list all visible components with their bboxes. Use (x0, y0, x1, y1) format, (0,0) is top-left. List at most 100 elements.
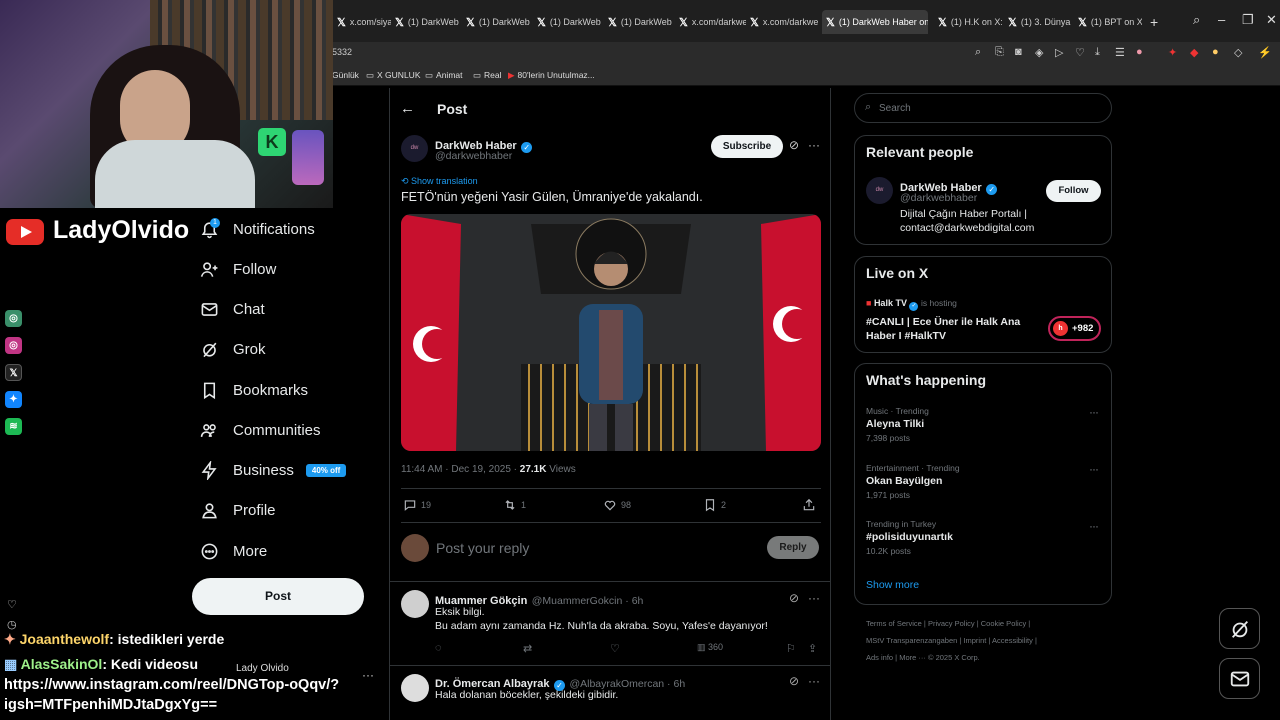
heart-icon[interactable]: ♡ (610, 642, 620, 655)
nav-item-profile[interactable]: Profile (200, 501, 276, 520)
more-options-icon[interactable]: ··· (1089, 462, 1099, 476)
play-icon[interactable]: ▷ (1055, 46, 1063, 59)
extension-icon[interactable]: ◇ (1234, 46, 1242, 59)
heart-icon[interactable]: ♡ (1075, 46, 1085, 59)
shield-icon[interactable]: ◈ (1035, 46, 1043, 59)
author-avatar[interactable]: dw (401, 135, 428, 162)
new-tab-icon[interactable]: + (1150, 14, 1158, 30)
follow-button[interactable]: Follow (1046, 180, 1101, 202)
reply-input[interactable]: Post your reply (436, 540, 529, 556)
nav-item-chat[interactable]: Chat (200, 300, 265, 319)
footer-links[interactable]: Terms of Service | Privacy Policy | Cook… (866, 619, 1030, 628)
more-options-icon[interactable]: ··· (1089, 405, 1099, 419)
live-title-line[interactable]: Haber I #HalkTV (866, 330, 946, 342)
nav-item-more[interactable]: More (200, 542, 267, 561)
messages-fab[interactable] (1219, 658, 1260, 699)
search-input[interactable]: ⌕ Search (854, 93, 1112, 123)
show-more-link[interactable]: Show more (866, 579, 919, 591)
more-options-icon[interactable]: ··· (362, 668, 374, 682)
reply-button[interactable]: Reply (767, 536, 819, 559)
nav-item-follow[interactable]: Follow (200, 260, 276, 279)
view-label: Views (546, 464, 576, 475)
reply-action[interactable]: 19 (403, 498, 431, 512)
screenshot-icon[interactable]: ◙ (1015, 46, 1022, 58)
tab[interactable]: 𝕏(1) 3. Dünya S (1004, 10, 1072, 34)
minimize-icon[interactable]: – (1218, 12, 1225, 27)
footer-links[interactable]: Ads info | More ··· © 2025 X Corp. (866, 653, 980, 662)
restore-icon[interactable]: ❐ (1242, 12, 1254, 28)
repost-icon[interactable]: ⇄ (523, 642, 532, 655)
extension-icon[interactable]: ● (1212, 46, 1219, 58)
grok-icon[interactable]: ⊘ (789, 138, 799, 152)
bookmark-icon[interactable]: ⚐ (786, 642, 796, 655)
show-translation-link[interactable]: ⟲ Show translation (401, 176, 478, 187)
tab[interactable]: 𝕏x.com/darkwe (746, 10, 822, 34)
chat-link: igsh=MTFpenhiMDJtaDgxYg== (4, 697, 218, 713)
reply-icon[interactable]: ◌ (435, 642, 442, 654)
close-window-icon[interactable]: ✕ (1266, 12, 1277, 28)
like-action[interactable]: 98 (603, 498, 631, 512)
trend-item[interactable]: Trending in Turkey #polisiduyunartık 10.… (866, 519, 953, 556)
nav-item-bookmarks[interactable]: Bookmarks (200, 381, 308, 400)
extension-icon[interactable]: ✦ (1168, 46, 1177, 59)
tab[interactable]: 𝕏 (1) BPT on X: (1074, 10, 1142, 34)
subscribe-button[interactable]: Subscribe (711, 135, 783, 158)
tab[interactable]: 𝕏 (1) H.K on X: (934, 10, 1002, 34)
tab[interactable]: 𝕏x.com/siyahsa (333, 10, 391, 34)
footer-links[interactable]: MStV Transparenzangaben | Imprint | Acce… (866, 636, 1037, 645)
tab[interactable]: 𝕏 (1) DarkWeb H (533, 10, 604, 34)
bookmark[interactable]: ▶ 80'lerin Unutulmaz... (508, 70, 595, 81)
grok-icon[interactable]: ⊘ (789, 674, 799, 688)
more-options-icon[interactable]: ··· (808, 674, 820, 688)
views-icon: ▥ (697, 642, 709, 652)
live-listeners[interactable]: h +982 (1048, 316, 1101, 341)
nav-item-grok[interactable]: Grok (200, 340, 266, 359)
relevant-person-avatar[interactable]: dw (866, 177, 893, 204)
extension-icon[interactable]: ◆ (1190, 46, 1198, 59)
relevant-person-bio: contact@darkwebdigital.com (900, 222, 1035, 234)
more-options-icon[interactable]: ··· (1089, 519, 1099, 533)
ai-icon[interactable]: ⚡ (1258, 46, 1272, 59)
author-handle[interactable]: @darkwebhaber (435, 150, 512, 162)
grok-icon[interactable]: ⊘ (789, 591, 799, 605)
share-icon[interactable]: ⎘ (995, 46, 1004, 59)
back-arrow-icon[interactable]: ← (400, 100, 415, 117)
x-logo-icon: 𝕏 (608, 16, 617, 29)
trend-item[interactable]: Music · Trending Aleyna Tilki 7,398 post… (866, 406, 929, 443)
tab[interactable]: 𝕏 (1) DarkWeb H (604, 10, 675, 34)
reply-author-avatar[interactable] (401, 674, 429, 702)
bookmark[interactable]: Günlük (332, 70, 359, 80)
share-icon (803, 498, 815, 511)
zoom-icon[interactable]: ⌕ (975, 46, 981, 59)
trend-item[interactable]: Entertainment · Trending Okan Bayülgen 1… (866, 463, 960, 500)
url-field[interactable]: 5332 (332, 47, 352, 57)
bookmark[interactable]: ▭ X GUNLUK (366, 70, 421, 81)
nav-item-business[interactable]: Business 40% off (200, 461, 347, 480)
more-options-icon[interactable]: ··· (808, 591, 820, 605)
views-action[interactable]: ▥ 360 (697, 642, 723, 653)
bookmark-action[interactable]: 2 (703, 498, 726, 512)
menu-icon[interactable]: ☰ (1115, 46, 1125, 59)
grok-fab[interactable] (1219, 608, 1260, 649)
repost-action[interactable]: 1 (503, 498, 526, 512)
tab-active[interactable]: 𝕏 (1) DarkWeb Haber on (822, 10, 928, 34)
share-icon[interactable]: ⇪ (808, 642, 817, 655)
bookmark[interactable]: ▭ Animat (425, 70, 463, 81)
reply-author-avatar[interactable] (401, 590, 429, 618)
tab[interactable]: 𝕏 (1) DarkWeb H (462, 10, 533, 34)
tab-label: x.com/darkwe (762, 17, 819, 27)
current-user-avatar (401, 534, 429, 562)
tab[interactable]: 𝕏x.com/darkwe (675, 10, 746, 34)
post-image[interactable] (401, 214, 821, 451)
bookmark[interactable]: ▭ Real (473, 70, 502, 81)
tab[interactable]: 𝕏 (1) DarkWeb H (391, 10, 462, 34)
live-host[interactable]: ■ Halk TV ✓ is hosting (866, 298, 957, 311)
profile-avatar-icon[interactable]: ● (1136, 46, 1143, 58)
live-title-line[interactable]: #CANLI | Ece Üner ile Halk Ana (866, 316, 1020, 328)
share-action[interactable] (802, 498, 816, 512)
nav-item-communities[interactable]: Communities (200, 421, 321, 440)
download-icon[interactable]: ⤓ (1095, 46, 1100, 59)
more-options-icon[interactable]: ··· (808, 138, 820, 152)
search-tabs-icon[interactable]: ⌕ (1193, 12, 1200, 28)
post-button[interactable]: Post (192, 578, 364, 615)
